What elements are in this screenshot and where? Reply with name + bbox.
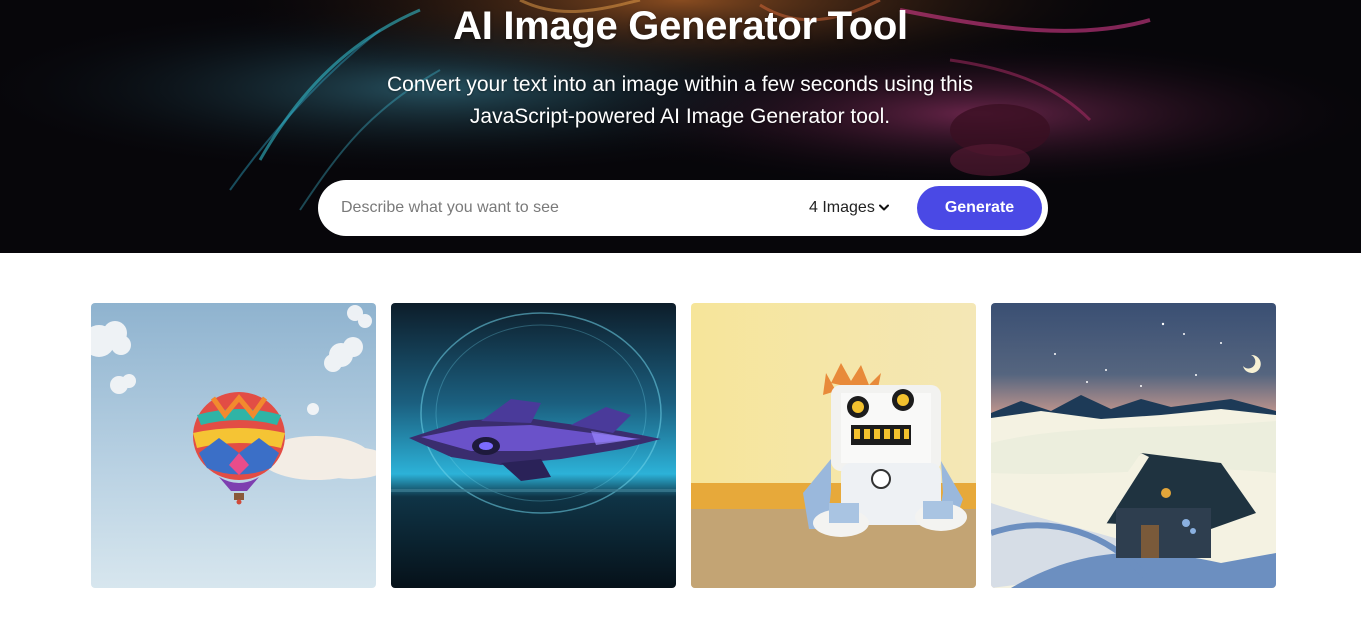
prompt-input[interactable] — [341, 193, 781, 223]
gallery-image-spaceship[interactable] — [391, 303, 676, 588]
generate-button[interactable]: Generate — [917, 186, 1042, 230]
snow-hut-image — [991, 303, 1276, 588]
robot-image — [691, 303, 976, 588]
page-subtitle: Convert your text into an image within a… — [330, 69, 1030, 133]
chevron-down-icon — [878, 204, 889, 211]
balloon-image — [91, 303, 376, 588]
gallery-image-balloon[interactable] — [91, 303, 376, 588]
subtitle-line-1: Convert your text into an image within a… — [387, 73, 973, 96]
spaceship-image — [391, 303, 676, 588]
hero-banner: AI Image Generator Tool Convert your tex… — [0, 0, 1361, 253]
generate-form: 4 Images Generate — [318, 180, 1048, 236]
image-quantity-value: 4 Images — [809, 199, 875, 216]
image-quantity-select[interactable]: 4 Images — [809, 197, 889, 219]
subtitle-line-2: JavaScript-powered AI Image Generator to… — [469, 105, 891, 128]
image-gallery — [91, 303, 1276, 588]
page-title: AI Image Generator Tool — [453, 4, 908, 48]
gallery-image-robot[interactable] — [691, 303, 976, 588]
gallery-image-snow-hut[interactable] — [991, 303, 1276, 588]
